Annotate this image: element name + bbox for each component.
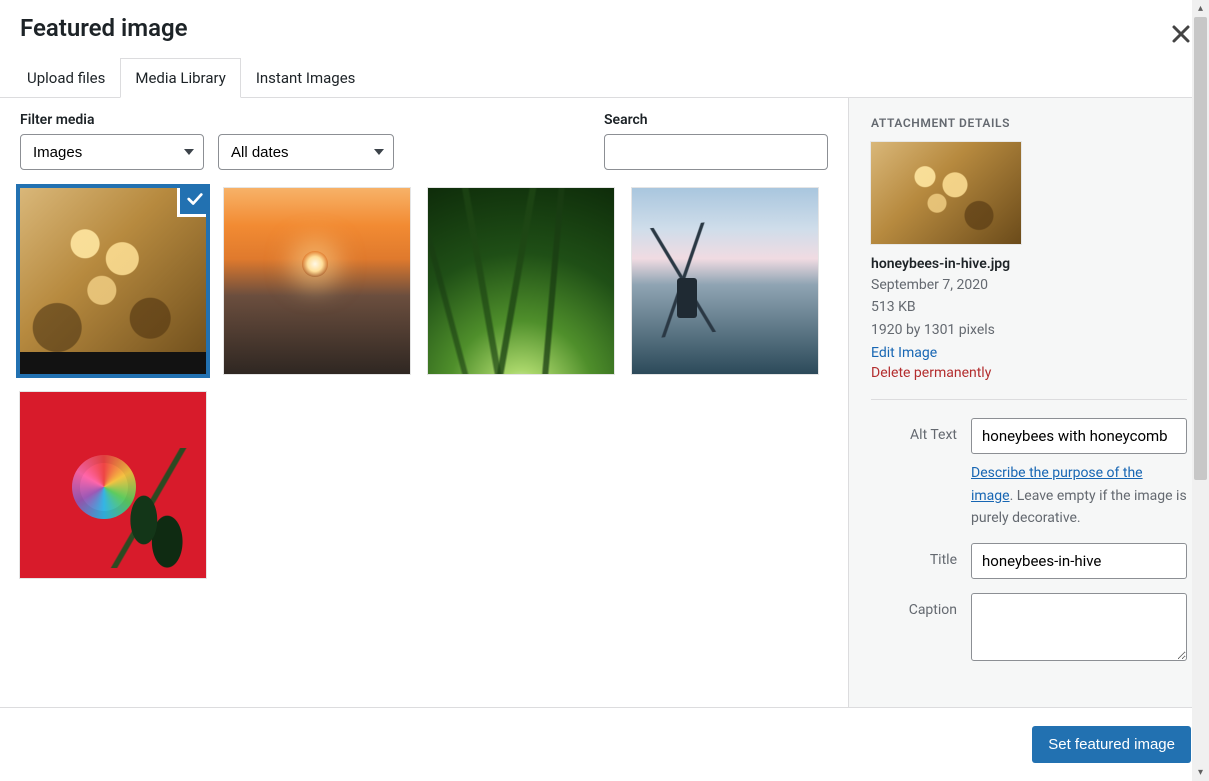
attachment-filename: honeybees-in-hive.jpg xyxy=(871,256,1187,272)
media-item-bamboo[interactable] xyxy=(428,188,614,374)
modal-footer: Set featured image xyxy=(0,707,1209,781)
attachment-preview-thumbnail[interactable] xyxy=(871,142,1021,244)
modal-body: Filter media Images All dates xyxy=(0,98,1209,707)
scroll-down-arrow-icon[interactable]: ▾ xyxy=(1192,764,1209,781)
page-scrollbar[interactable]: ▴ ▾ xyxy=(1192,0,1209,781)
filter-media-label: Filter media xyxy=(20,112,394,128)
media-browser: Filter media Images All dates xyxy=(0,98,849,707)
media-item-sunset[interactable] xyxy=(224,188,410,374)
search-input[interactable] xyxy=(604,134,828,170)
attachment-filesize: 513 KB xyxy=(871,296,1187,318)
media-grid xyxy=(20,188,828,578)
scroll-thumb[interactable] xyxy=(1194,17,1207,480)
tab-instant-images[interactable]: Instant Images xyxy=(241,58,371,98)
attachment-details: ATTACHMENT DETAILS honeybees-in-hive.jpg… xyxy=(849,98,1209,707)
selected-check-icon xyxy=(180,188,206,214)
caption-field-label: Caption xyxy=(871,593,957,618)
title-field-label: Title xyxy=(871,543,957,568)
filter-type-select[interactable]: Images xyxy=(20,134,204,170)
attachment-dimensions: 1920 by 1301 pixels xyxy=(871,319,1187,341)
attachment-details-heading: ATTACHMENT DETAILS xyxy=(871,116,1187,130)
details-divider xyxy=(871,399,1187,400)
title-input[interactable] xyxy=(971,543,1187,579)
alt-text-input[interactable] xyxy=(971,418,1187,454)
delete-permanently-link[interactable]: Delete permanently xyxy=(871,365,1187,381)
media-item-honeybees[interactable] xyxy=(20,188,206,374)
media-item-windsurf[interactable] xyxy=(632,188,818,374)
search-label: Search xyxy=(604,112,828,128)
set-featured-image-button[interactable]: Set featured image xyxy=(1032,726,1191,763)
modal-title: Featured image xyxy=(20,14,1189,42)
featured-image-modal: Featured image Upload files Media Librar… xyxy=(0,0,1209,781)
alt-text-help: Describe the purpose of the image. Leave… xyxy=(971,462,1187,529)
close-icon xyxy=(1171,24,1191,44)
caption-textarea[interactable] xyxy=(971,593,1187,661)
scroll-up-arrow-icon[interactable]: ▴ xyxy=(1192,0,1209,17)
tab-media-library[interactable]: Media Library xyxy=(120,58,240,98)
media-item-rainbow-rose[interactable] xyxy=(20,392,206,578)
tab-bar: Upload files Media Library Instant Image… xyxy=(0,58,1209,98)
attachment-date: September 7, 2020 xyxy=(871,274,1187,296)
alt-text-label: Alt Text xyxy=(871,418,957,443)
filter-date-select[interactable]: All dates xyxy=(218,134,394,170)
modal-header: Featured image xyxy=(0,0,1209,48)
tab-upload-files[interactable]: Upload files xyxy=(12,58,120,98)
edit-image-link[interactable]: Edit Image xyxy=(871,345,1187,361)
scroll-track[interactable] xyxy=(1192,17,1209,764)
